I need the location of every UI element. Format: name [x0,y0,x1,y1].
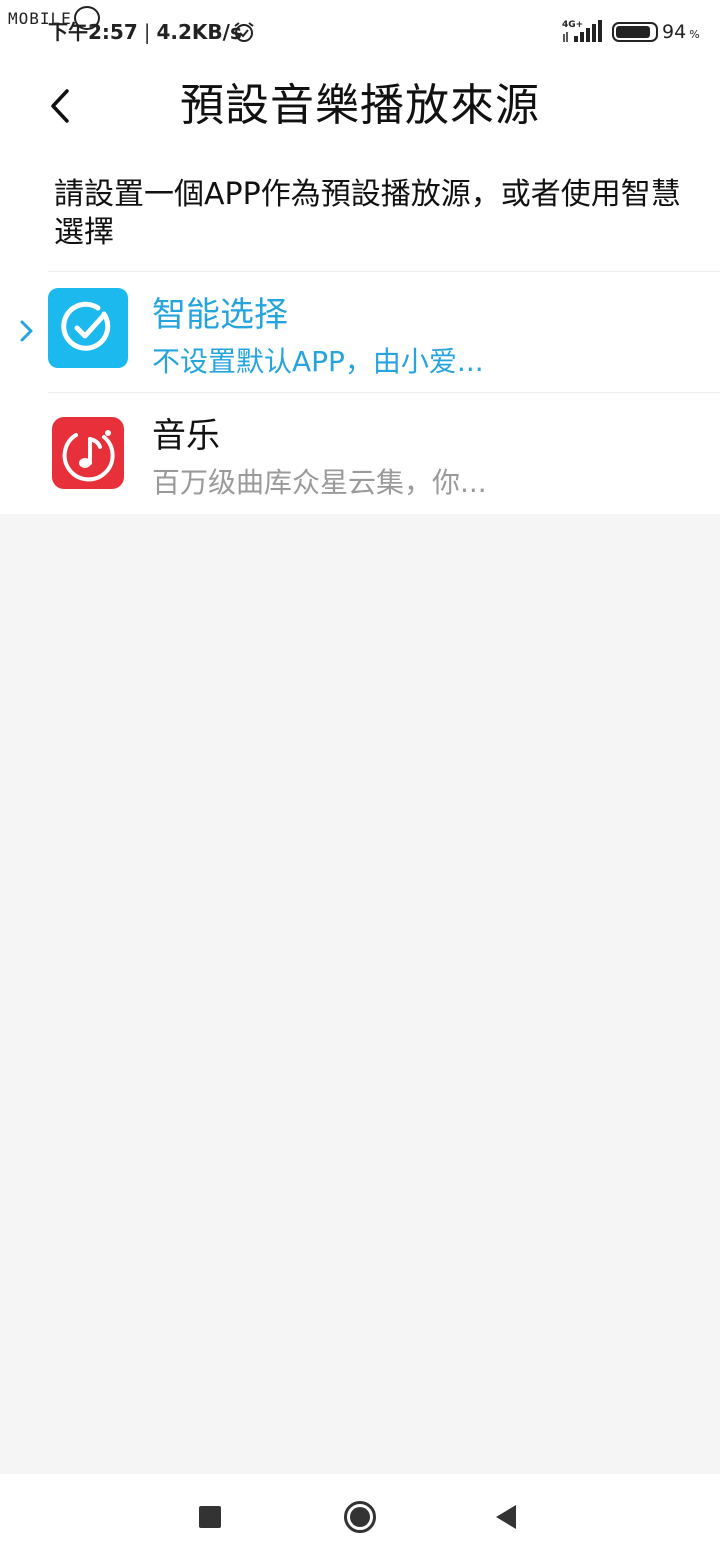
page-title: 預設音樂播放來源 [180,80,540,131]
status-bar: MOBILE 下午2:57 | 4.2KB/s 4G+ 94% [0,0,720,64]
music-app-icon [52,417,124,489]
system-nav-bar [0,1474,720,1560]
battery-level: 94% [662,20,700,47]
battery-icon [612,22,658,42]
app-title: 音乐 [152,416,220,456]
signal-icon: 4G+ [562,20,602,42]
nav-back-button[interactable] [494,1503,518,1531]
battery-unit: % [689,28,700,41]
content-card: 請設置一個APP作為預設播放源，或者使用智慧選擇 智能选择 不设置默认APP，由… [0,154,720,514]
alarm-clock-icon [234,22,254,42]
nav-recents-button[interactable] [199,1506,221,1528]
description-text: 請設置一個APP作為預設播放源，或者使用智慧選擇 [54,177,681,250]
status-separator: | [143,20,151,44]
list-item-music[interactable]: 音乐 百万级曲库众星云集，你... [0,393,720,513]
status-time-row: 下午2:57 | 4.2KB/s [48,16,242,48]
net-speed: 4.2KB/s [156,20,242,44]
battery-value: 94 [662,21,687,43]
header: 預設音樂播放來源 [0,64,720,154]
network-type: 4G+ [562,20,583,30]
app-title: 智能选择 [152,295,288,335]
chevron-right-icon [20,320,33,342]
status-time: 下午2:57 [48,20,138,44]
screen: MOBILE 下午2:57 | 4.2KB/s 4G+ 94% 預設音樂播放來源… [0,0,720,1560]
smart-select-app-icon [48,288,128,368]
nav-home-button[interactable] [343,1500,377,1534]
app-subtitle: 不设置默认APP，由小爱... [152,345,484,378]
app-subtitle: 百万级曲库众星云集，你... [152,466,487,499]
list-item-smart-select[interactable]: 智能选择 不设置默认APP，由小爱... [0,272,720,392]
check-circle-icon [61,301,111,351]
music-note-icon [62,430,115,482]
